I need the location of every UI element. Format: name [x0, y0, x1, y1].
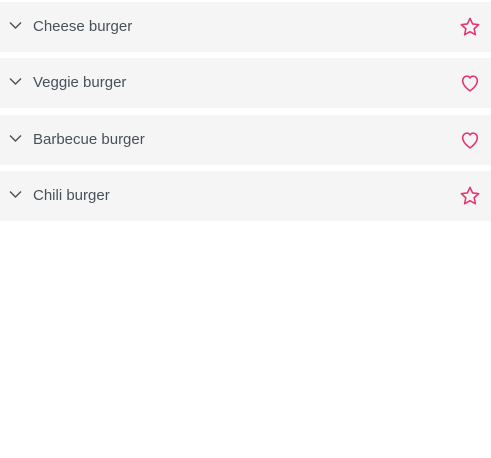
accordion-item-label: Chili burger: [33, 187, 110, 204]
accordion-item-label: Veggie burger: [33, 74, 127, 91]
accordion-item-chili-burger[interactable]: Chili burger: [0, 171, 491, 221]
star-icon[interactable]: [459, 185, 481, 207]
accordion-item-veggie-burger[interactable]: Veggie burger: [0, 58, 491, 108]
accordion-item-label: Barbecue burger: [33, 131, 145, 148]
accordion-item-cheese-burger[interactable]: Cheese burger: [0, 2, 491, 52]
heart-icon[interactable]: [459, 129, 481, 151]
chevron-down-icon[interactable]: [9, 134, 22, 143]
star-icon[interactable]: [459, 16, 481, 38]
heart-icon[interactable]: [459, 72, 481, 94]
accordion-list: Cheese burger Veggie burger Barbecue bur…: [0, 0, 491, 458]
chevron-down-icon[interactable]: [9, 190, 22, 199]
accordion-item-label: Cheese burger: [33, 18, 133, 35]
accordion-item-barbecue-burger[interactable]: Barbecue burger: [0, 115, 491, 165]
chevron-down-icon[interactable]: [9, 77, 22, 86]
chevron-down-icon[interactable]: [9, 21, 22, 30]
